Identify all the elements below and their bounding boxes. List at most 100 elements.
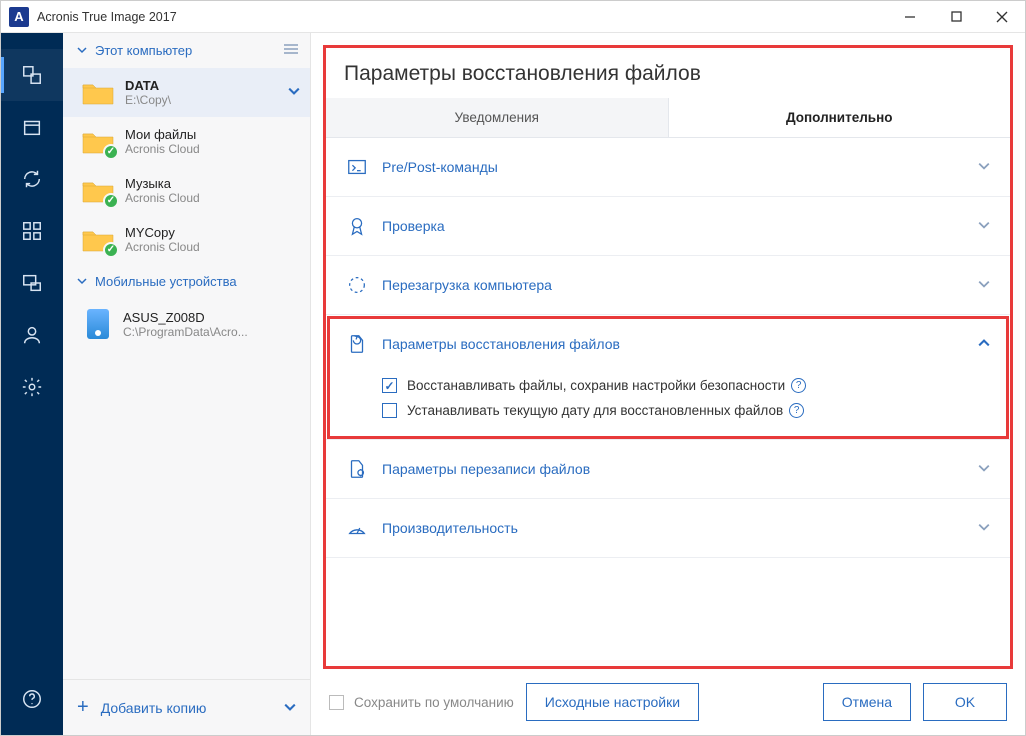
- nav-settings[interactable]: [1, 361, 63, 413]
- acc-prepost: Pre/Post-команды: [326, 138, 1010, 197]
- accordion-list: Pre/Post-команды Проверка Перезагрузка к…: [326, 138, 1010, 666]
- item-subtitle: C:\ProgramData\Acro...: [123, 325, 248, 339]
- app-icon: A: [9, 7, 29, 27]
- nav-account[interactable]: [1, 309, 63, 361]
- option-keep-security: Восстанавливать файлы, сохранив настройк…: [382, 373, 990, 398]
- cancel-button[interactable]: Отмена: [823, 683, 911, 721]
- acc-validation-header[interactable]: Проверка: [326, 197, 1010, 255]
- add-backup-button[interactable]: + Добавить копию: [63, 679, 310, 735]
- phone-icon: [87, 309, 109, 339]
- acc-label: Производительность: [382, 520, 518, 536]
- sidebar-group-label: Этот компьютер: [95, 43, 192, 58]
- help-icon[interactable]: ?: [791, 378, 806, 393]
- acc-file-recovery-header[interactable]: Параметры восстановления файлов: [326, 315, 1010, 373]
- folder-icon: [81, 79, 115, 107]
- option-label: Устанавливать текущую дату для восстанов…: [407, 403, 783, 418]
- folder-icon: [81, 226, 115, 254]
- acc-restart: Перезагрузка компьютера: [326, 256, 1010, 315]
- file-restore-icon: [346, 333, 368, 355]
- checkbox-keep-security[interactable]: [382, 378, 397, 393]
- chevron-down-icon: [978, 521, 990, 536]
- chevron-down-icon[interactable]: [284, 700, 296, 716]
- minimize-button[interactable]: [887, 1, 933, 33]
- sidebar-item-music[interactable]: Музыка Acronis Cloud: [63, 166, 310, 215]
- window-controls: [887, 1, 1025, 33]
- acc-restart-header[interactable]: Перезагрузка компьютера: [326, 256, 1010, 314]
- item-title: DATA: [125, 78, 171, 93]
- ribbon-icon: [346, 215, 368, 237]
- chevron-down-icon[interactable]: [288, 84, 300, 102]
- gauge-icon: [346, 517, 368, 539]
- acc-label: Pre/Post-команды: [382, 159, 498, 175]
- acc-label: Проверка: [382, 218, 445, 234]
- acc-label: Параметры восстановления файлов: [382, 336, 620, 352]
- menu-icon[interactable]: [284, 43, 298, 58]
- nav-help[interactable]: [1, 673, 63, 725]
- nav-backup[interactable]: [1, 49, 63, 101]
- titlebar: A Acronis True Image 2017: [1, 1, 1025, 33]
- cloud-ok-badge: [103, 242, 119, 258]
- item-title: ASUS_Z008D: [123, 310, 248, 325]
- item-subtitle: Acronis Cloud: [125, 142, 200, 156]
- plus-icon: +: [77, 696, 89, 719]
- tab-advanced[interactable]: Дополнительно: [669, 98, 1011, 137]
- nav-archive[interactable]: [1, 101, 63, 153]
- item-subtitle: Acronis Cloud: [125, 191, 200, 205]
- chevron-down-icon: [978, 278, 990, 293]
- checkbox-save-default[interactable]: [329, 695, 344, 710]
- acc-prepost-header[interactable]: Pre/Post-команды: [326, 138, 1010, 196]
- save-default-label: Сохранить по умолчанию: [354, 695, 514, 710]
- sidebar-group-this-pc[interactable]: Этот компьютер: [63, 33, 310, 68]
- acc-overwrite-header[interactable]: Параметры перезаписи файлов: [326, 440, 1010, 498]
- main-panel: Параметры восстановления файлов Уведомле…: [311, 33, 1025, 735]
- item-title: Мои файлы: [125, 127, 200, 142]
- maximize-button[interactable]: [933, 1, 979, 33]
- close-button[interactable]: [979, 1, 1025, 33]
- reset-button[interactable]: Исходные настройки: [526, 683, 699, 721]
- sidebar-item-myfiles[interactable]: Мои файлы Acronis Cloud: [63, 117, 310, 166]
- acc-overwrite: Параметры перезаписи файлов: [326, 440, 1010, 499]
- nav-sync[interactable]: [1, 153, 63, 205]
- chevron-down-icon: [77, 43, 87, 58]
- item-subtitle: Acronis Cloud: [125, 240, 200, 254]
- chevron-down-icon: [77, 274, 87, 289]
- option-label: Восстанавливать файлы, сохранив настройк…: [407, 378, 785, 393]
- help-icon[interactable]: ?: [789, 403, 804, 418]
- nav-clone[interactable]: [1, 257, 63, 309]
- nav-dashboard[interactable]: [1, 205, 63, 257]
- sidebar-group-mobile[interactable]: Мобильные устройства: [63, 264, 310, 299]
- restart-icon: [346, 274, 368, 296]
- acc-validation: Проверка: [326, 197, 1010, 256]
- tab-notifications[interactable]: Уведомления: [326, 98, 669, 137]
- highlighted-panel: Параметры восстановления файлов Уведомле…: [323, 45, 1013, 669]
- sidebar-item-mycopy[interactable]: MYCopy Acronis Cloud: [63, 215, 310, 264]
- cloud-ok-badge: [103, 144, 119, 160]
- folder-icon: [81, 177, 115, 205]
- app-title: Acronis True Image 2017: [37, 10, 177, 24]
- acc-performance-header[interactable]: Производительность: [326, 499, 1010, 557]
- add-backup-label: Добавить копию: [101, 700, 207, 716]
- acc-performance: Производительность: [326, 499, 1010, 558]
- ok-button[interactable]: OK: [923, 683, 1007, 721]
- acc-label: Перезагрузка компьютера: [382, 277, 552, 293]
- item-subtitle: E:\Copy\: [125, 93, 171, 107]
- chevron-up-icon: [978, 337, 990, 352]
- cloud-ok-badge: [103, 193, 119, 209]
- item-title: Музыка: [125, 176, 200, 191]
- sidebar-item-asus[interactable]: ASUS_Z008D C:\ProgramData\Acro...: [63, 299, 310, 349]
- acc-label: Параметры перезаписи файлов: [382, 461, 590, 477]
- checkbox-set-current-date[interactable]: [382, 403, 397, 418]
- tab-bar: Уведомления Дополнительно: [326, 98, 1010, 138]
- bottom-bar: Сохранить по умолчанию Исходные настройк…: [323, 669, 1013, 723]
- sidebar-item-data[interactable]: DATA E:\Copy\: [63, 68, 310, 117]
- acc-file-recovery-body: Восстанавливать файлы, сохранив настройк…: [326, 373, 1010, 439]
- sidebar: Этот компьютер DATA E:\Copy\ Мои: [63, 33, 311, 735]
- page-title: Параметры восстановления файлов: [326, 48, 1010, 98]
- terminal-icon: [346, 156, 368, 178]
- acc-file-recovery: Параметры восстановления файлов Восстана…: [326, 315, 1010, 440]
- option-set-current-date: Устанавливать текущую дату для восстанов…: [382, 398, 990, 423]
- chevron-down-icon: [978, 160, 990, 175]
- file-settings-icon: [346, 458, 368, 480]
- item-title: MYCopy: [125, 225, 200, 240]
- sidebar-group-label: Мобильные устройства: [95, 274, 237, 289]
